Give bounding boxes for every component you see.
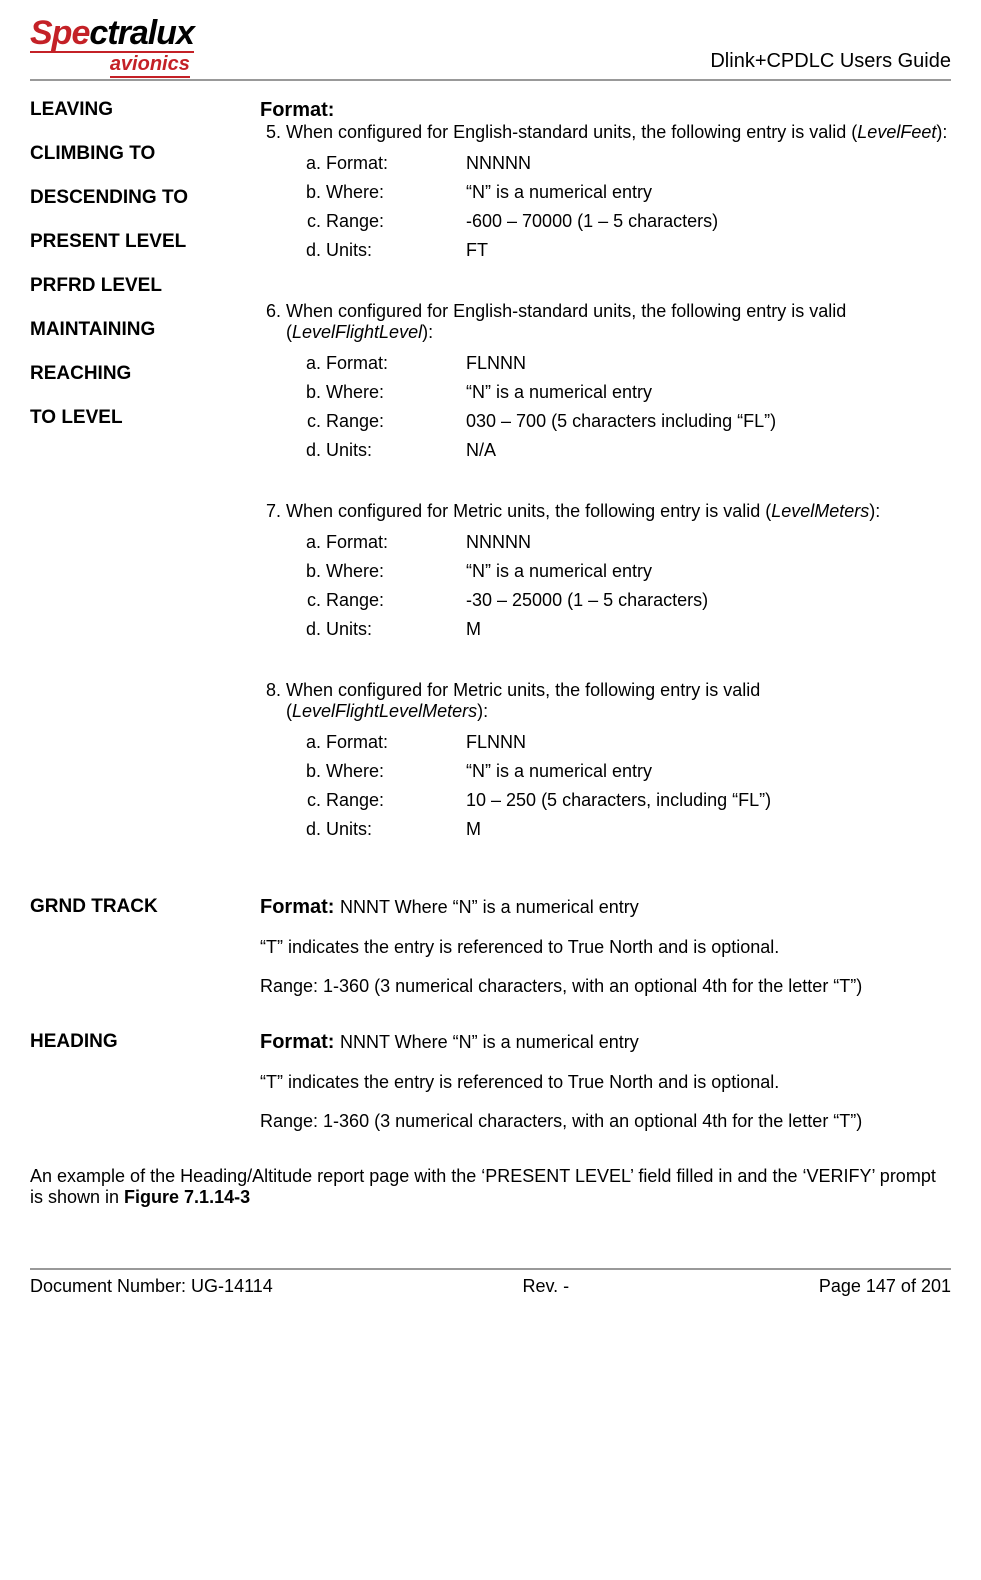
document-title: Dlink+CPDLC Users Guide — [710, 50, 951, 73]
revision: Rev. - — [522, 1276, 569, 1297]
list-item-8: When configured for Metric units, the fo… — [286, 680, 951, 840]
term-present-level: PRESENT LEVEL — [30, 231, 260, 253]
term-heading: HEADING — [30, 1031, 260, 1053]
term-descending-to: DESCENDING TO — [30, 187, 260, 209]
logo: Spectralux avionics — [30, 18, 194, 73]
term-leaving: LEAVING — [30, 99, 260, 121]
heading-true-north: “T” indicates the entry is referenced to… — [260, 1072, 951, 1093]
page-header: Spectralux avionics Dlink+CPDLC Users Gu… — [30, 18, 951, 81]
logo-subtext: avionics — [110, 53, 190, 78]
grnd-format-label: Format: — [260, 896, 340, 918]
term-list: LEAVING CLIMBING TO DESCENDING TO PRESEN… — [30, 99, 260, 880]
term-reaching: REACHING — [30, 363, 260, 385]
format-label: Format: — [260, 99, 334, 121]
grnd-range: Range: 1-360 (3 numerical characters, wi… — [260, 976, 951, 997]
term-grnd-track: GRND TRACK — [30, 896, 260, 918]
grnd-true-north: “T” indicates the entry is referenced to… — [260, 937, 951, 958]
heading-format-label: Format: — [260, 1031, 340, 1053]
list-item-7: When configured for Metric units, the fo… — [286, 501, 951, 640]
example-note: An example of the Heading/Altitude repor… — [30, 1166, 951, 1208]
logo-text-black: ctralux — [89, 14, 194, 52]
doc-number: Document Number: UG-14114 — [30, 1276, 273, 1297]
page-footer: Document Number: UG-14114 Rev. - Page 14… — [30, 1268, 951, 1297]
heading-range: Range: 1-360 (3 numerical characters, wi… — [260, 1111, 951, 1132]
term-prfrd-level: PRFRD LEVEL — [30, 275, 260, 297]
logo-text-red: Spe — [30, 14, 89, 52]
list-item-5: When configured for English-standard uni… — [286, 122, 951, 261]
term-maintaining: MAINTAINING — [30, 319, 260, 341]
term-to-level: TO LEVEL — [30, 407, 260, 429]
page-number: Page 147 of 201 — [819, 1276, 951, 1297]
term-climbing-to: CLIMBING TO — [30, 143, 260, 165]
list-item-6: When configured for English-standard uni… — [286, 301, 951, 461]
